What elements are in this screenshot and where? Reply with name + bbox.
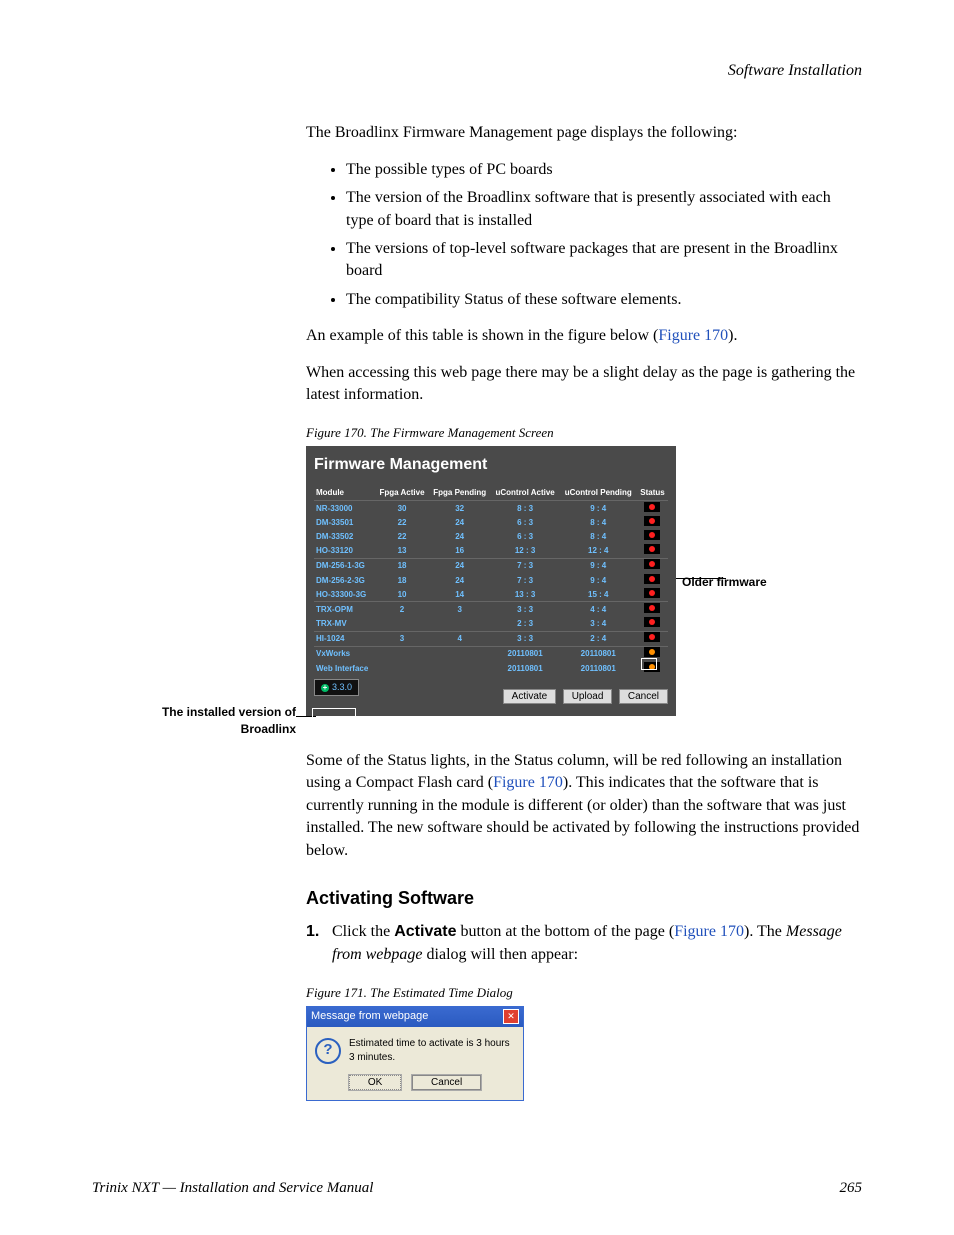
- features-list: The possible types of PC boards The vers…: [306, 159, 862, 311]
- step-number: 1.: [306, 921, 332, 966]
- list-item: The possible types of PC boards: [346, 159, 862, 181]
- panel-title: Firmware Management: [314, 454, 668, 476]
- table-row: HO-33120131612 : 312 : 4: [314, 544, 668, 559]
- status-dot-icon: [649, 518, 655, 524]
- status-indicator: [644, 544, 660, 554]
- example-paragraph: An example of this table is shown in the…: [306, 325, 862, 347]
- firmware-management-panel: Firmware Management Module Fpga Active F…: [306, 446, 676, 716]
- figure-170-link[interactable]: Figure 170: [658, 327, 728, 344]
- cancel-button[interactable]: Cancel: [619, 689, 668, 704]
- col-status: Status: [637, 485, 668, 501]
- status-dot-icon: [649, 590, 655, 596]
- step-1-text: Click the Activate button at the bottom …: [332, 921, 862, 966]
- activate-label: Activate: [394, 923, 456, 940]
- table-row: TRX-MV2 : 33 : 4: [314, 617, 668, 632]
- question-icon: ?: [315, 1038, 341, 1064]
- highlight-box: [312, 708, 356, 722]
- dialog-cancel-button[interactable]: Cancel: [412, 1075, 481, 1090]
- status-dot-icon: [649, 532, 655, 538]
- col-module: Module: [314, 485, 375, 501]
- delay-paragraph: When accessing this web page there may b…: [306, 362, 862, 407]
- table-row: Web Interface2011080120110801: [314, 661, 668, 675]
- firmware-table: Module Fpga Active Fpga Pending uControl…: [314, 485, 668, 675]
- status-indicator: [644, 617, 660, 627]
- callout-installed-version: The installed version of Broadlinx: [136, 704, 296, 738]
- activating-software-heading: Activating Software: [306, 886, 862, 911]
- table-row: DM-3350122246 : 38 : 4: [314, 515, 668, 529]
- status-paragraph: Some of the Status lights, in the Status…: [306, 750, 862, 862]
- list-item: The versions of top-level software packa…: [346, 238, 862, 283]
- status-dot-icon: [649, 576, 655, 582]
- version-badge: +3.3.0: [314, 679, 359, 696]
- table-row: DM-256-2-3G18247 : 39 : 4: [314, 573, 668, 587]
- status-indicator: [644, 574, 660, 584]
- status-dot-icon: [649, 561, 655, 567]
- status-indicator: [644, 502, 660, 512]
- intro-paragraph: The Broadlinx Firmware Management page d…: [306, 122, 862, 144]
- callout-older-firmware: Older firmware: [682, 574, 842, 591]
- status-dot-icon: [649, 504, 655, 510]
- status-indicator: [644, 559, 660, 569]
- table-row: DM-256-1-3G18247 : 39 : 4: [314, 558, 668, 573]
- figure-170-link[interactable]: Figure 170: [674, 923, 744, 940]
- dialog-message: Estimated time to activate is 3 hours 3 …: [349, 1037, 515, 1065]
- status-indicator: [644, 530, 660, 540]
- status-dot-icon: [649, 605, 655, 611]
- col-fpga-active: Fpga Active: [375, 485, 428, 501]
- status-dot-icon: [649, 546, 655, 552]
- figure-170-link[interactable]: Figure 170: [493, 774, 563, 791]
- footer-text: Trinix NXT — Installation and Service Ma…: [92, 1178, 373, 1199]
- dialog-ok-button[interactable]: OK: [349, 1075, 401, 1090]
- callout-line: [296, 716, 316, 717]
- table-row: NR-3300030328 : 39 : 4: [314, 501, 668, 516]
- status-indicator: [644, 632, 660, 642]
- status-indicator: [644, 647, 660, 657]
- status-indicator: [644, 588, 660, 598]
- activate-button[interactable]: Activate: [503, 689, 557, 704]
- table-row: VxWorks2011080120110801: [314, 646, 668, 661]
- table-row: HI-1024343 : 32 : 4: [314, 631, 668, 646]
- status-dot-icon: [649, 664, 655, 670]
- status-indicator: [644, 603, 660, 613]
- running-header: Software Installation: [92, 60, 862, 82]
- plus-icon: +: [321, 684, 329, 692]
- dialog-title: Message from webpage: [311, 1009, 428, 1024]
- col-ucontrol-active: uControl Active: [491, 485, 560, 501]
- figure-171-caption: Figure 171. The Estimated Time Dialog: [306, 984, 862, 1002]
- list-item: The version of the Broadlinx software th…: [346, 187, 862, 232]
- table-row: TRX-OPM233 : 34 : 4: [314, 602, 668, 617]
- upload-button[interactable]: Upload: [563, 689, 613, 704]
- status-dot-icon: [649, 649, 655, 655]
- table-row: DM-3350222246 : 38 : 4: [314, 529, 668, 543]
- status-indicator: [644, 662, 660, 672]
- figure-170-caption: Figure 170. The Firmware Management Scre…: [306, 424, 862, 442]
- message-dialog: Message from webpage ✕ ? Estimated time …: [306, 1006, 524, 1100]
- col-ucontrol-pending: uControl Pending: [560, 485, 637, 501]
- close-icon[interactable]: ✕: [503, 1009, 519, 1024]
- status-dot-icon: [649, 619, 655, 625]
- table-row: HO-33300-3G101413 : 315 : 4: [314, 587, 668, 602]
- col-fpga-pending: Fpga Pending: [429, 485, 491, 501]
- page-number: 265: [840, 1178, 863, 1199]
- status-dot-icon: [649, 634, 655, 640]
- list-item: The compatibility Status of these softwa…: [346, 289, 862, 311]
- status-indicator: [644, 516, 660, 526]
